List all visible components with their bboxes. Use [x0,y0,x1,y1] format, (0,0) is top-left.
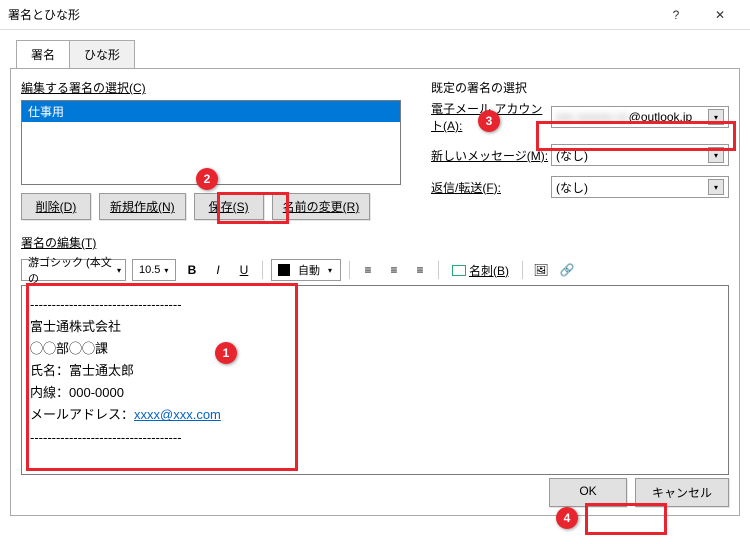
underline-icon[interactable]: U [234,260,254,280]
annotation-badge-3: 3 [478,110,500,132]
signature-editor[interactable]: ----------------------------------- 富士通株… [21,285,729,475]
editor-company: 富士通株式会社 [30,316,720,338]
tab-signature[interactable]: 署名 [16,40,70,68]
help-button[interactable]: ? [654,0,698,30]
editor-dept: ◯◯部◯◯課 [30,338,720,360]
tab-template[interactable]: ひな形 [69,40,135,68]
account-value-hidden: xxx xxxxxx xx [556,110,629,124]
editor-label: 署名の編集(T) [21,234,729,251]
titlebar: 署名とひな形 ? ✕ [0,0,750,30]
ok-button[interactable]: OK [549,478,627,507]
italic-icon[interactable]: I [208,260,228,280]
signature-list-item[interactable]: 仕事用 [22,101,400,122]
tab-strip: 署名 ひな形 [16,40,750,68]
bold-icon[interactable]: B [182,260,202,280]
font-color-select[interactable]: 自動▾ [271,259,341,281]
new-button[interactable]: 新規作成(N) [99,193,186,220]
account-select[interactable]: xxx xxxxxx xx @outlook.jp ▾ [551,106,729,128]
editor-toolbar: 游ゴシック (本文の▾ 10.5▾ B I U 自動▾ ≡ ≡ ≡ 名刺(B) … [21,255,729,285]
editor-mail: メールアドレス：xxxx@xxx.com [30,404,720,426]
annotation-badge-2: 2 [196,168,218,190]
editor-ext: 内線：000-0000 [30,382,720,404]
account-value-visible: @outlook.jp [629,110,693,124]
signature-select-label: 編集する署名の選択(C) [21,79,401,96]
default-signature-group: 既定の署名の選択 電子メール アカウント(A): xxx xxxxxx xx @… [431,79,729,220]
tab-panel: 編集する署名の選択(C) 仕事用 削除(D) 新規作成(N) 保存(S) 名前の… [10,68,740,516]
close-button[interactable]: ✕ [698,0,742,30]
dialog-footer: OK キャンセル [549,478,729,507]
default-signature-title: 既定の署名の選択 [431,79,729,96]
align-left-icon[interactable]: ≡ [358,260,378,280]
window-title: 署名とひな形 [8,6,654,23]
new-message-label: 新しいメッセージ(M): [431,147,551,164]
rename-button[interactable]: 名前の変更(R) [272,193,371,220]
editor-divider-top: ----------------------------------- [30,294,720,316]
new-message-select[interactable]: (なし) ▾ [551,144,729,166]
annotation-badge-4: 4 [556,507,578,529]
align-center-icon[interactable]: ≡ [384,260,404,280]
font-family-select[interactable]: 游ゴシック (本文の▾ [21,259,126,281]
editor-divider-bottom: ----------------------------------- [30,427,720,449]
align-right-icon[interactable]: ≡ [410,260,430,280]
hyperlink-icon[interactable]: 🔗 [557,260,577,280]
delete-button[interactable]: 削除(D) [21,193,91,220]
annotation-badge-1: 1 [215,342,237,364]
reply-forward-label: 返信/転送(F): [431,179,551,196]
bizcard-icon[interactable]: 名刺(B) [447,260,514,280]
editor-name: 氏名：富士通太郎 [30,360,720,382]
cancel-button[interactable]: キャンセル [635,478,729,507]
chevron-down-icon: ▾ [708,147,724,163]
reply-forward-select[interactable]: (なし) ▾ [551,176,729,198]
chevron-down-icon: ▾ [708,109,724,125]
signature-select-group: 編集する署名の選択(C) 仕事用 削除(D) 新規作成(N) 保存(S) 名前の… [21,79,401,220]
chevron-down-icon: ▾ [708,179,724,195]
picture-icon[interactable]: 🖼 [531,260,551,280]
save-button[interactable]: 保存(S) [194,193,264,220]
font-size-select[interactable]: 10.5▾ [132,259,176,281]
